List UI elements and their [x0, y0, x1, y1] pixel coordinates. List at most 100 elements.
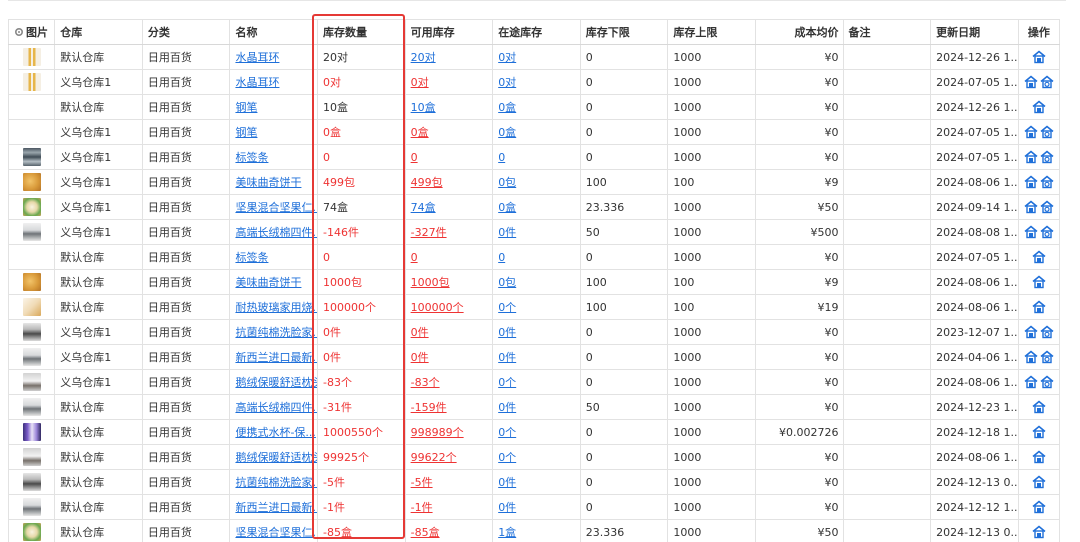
warehouse-house-icon[interactable] — [1032, 425, 1046, 439]
in-transit-link[interactable]: 0盒 — [498, 101, 516, 114]
product-thumbnail[interactable] — [22, 423, 41, 441]
stock-transfer-icon[interactable] — [1040, 175, 1054, 189]
available-stock-link[interactable]: 99622个 — [411, 451, 457, 464]
in-transit-link[interactable]: 0包 — [498, 176, 516, 189]
available-stock-link[interactable]: -5件 — [411, 476, 433, 489]
stock-transfer-icon[interactable] — [1040, 75, 1054, 89]
product-name-link[interactable]: 高端长绒棉四件... — [235, 226, 316, 239]
warehouse-house-icon[interactable] — [1024, 350, 1038, 364]
in-transit-link[interactable]: 0个 — [498, 426, 516, 439]
in-transit-link[interactable]: 0盒 — [498, 126, 516, 139]
col-category-header[interactable]: 分类 — [141, 19, 231, 45]
col-image-header[interactable]: 图片 — [7, 19, 56, 45]
product-name-link[interactable]: 钢笔 — [235, 126, 257, 139]
warehouse-house-icon[interactable] — [1032, 525, 1046, 539]
in-transit-link[interactable]: 0个 — [498, 301, 516, 314]
warehouse-house-icon[interactable] — [1024, 200, 1038, 214]
warehouse-house-icon[interactable] — [1032, 50, 1046, 64]
available-stock-link[interactable]: 0件 — [411, 351, 429, 364]
product-name-link[interactable]: 坚果混合坚果仁... — [235, 526, 316, 539]
warehouse-house-icon[interactable] — [1032, 275, 1046, 289]
col-name-header[interactable]: 名称 — [229, 19, 319, 45]
in-transit-link[interactable]: 0件 — [498, 351, 516, 364]
in-transit-link[interactable]: 0 — [498, 251, 505, 264]
product-thumbnail[interactable] — [22, 173, 41, 191]
product-name-link[interactable]: 钢笔 — [235, 101, 257, 114]
product-name-link[interactable]: 抗菌纯棉洗脸家... — [235, 476, 316, 489]
stock-transfer-icon[interactable] — [1040, 225, 1054, 239]
product-name-link[interactable]: 便携式水杯-保... — [235, 426, 315, 439]
product-name-link[interactable]: 鹅绒保暖舒适枕头 — [235, 451, 316, 464]
product-thumbnail[interactable] — [22, 448, 41, 466]
gear-icon[interactable] — [14, 27, 24, 37]
warehouse-house-icon[interactable] — [1032, 450, 1046, 464]
product-thumbnail[interactable] — [22, 148, 41, 166]
available-stock-link[interactable]: 100000个 — [411, 301, 464, 314]
available-stock-link[interactable]: 10盒 — [411, 101, 436, 114]
col-min-stock-header[interactable]: 库存下限 — [579, 19, 669, 45]
in-transit-link[interactable]: 0件 — [498, 501, 516, 514]
product-thumbnail[interactable] — [22, 223, 41, 241]
product-thumbnail[interactable] — [22, 198, 41, 216]
product-thumbnail[interactable] — [22, 73, 41, 91]
warehouse-house-icon[interactable] — [1032, 500, 1046, 514]
col-in-transit-header[interactable]: 在途库存 — [492, 19, 581, 45]
col-updated-header[interactable]: 更新日期 — [930, 19, 1019, 45]
col-available-header[interactable]: 可用库存 — [404, 19, 494, 45]
product-thumbnail[interactable] — [22, 273, 41, 291]
available-stock-link[interactable]: 20对 — [411, 51, 436, 64]
available-stock-link[interactable]: -327件 — [411, 226, 447, 239]
in-transit-link[interactable]: 0对 — [498, 51, 516, 64]
available-stock-link[interactable]: 1000包 — [411, 276, 450, 289]
warehouse-house-icon[interactable] — [1024, 175, 1038, 189]
in-transit-link[interactable]: 0个 — [498, 451, 516, 464]
in-transit-link[interactable]: 0件 — [498, 226, 516, 239]
available-stock-link[interactable]: -83个 — [411, 376, 440, 389]
product-name-link[interactable]: 新西兰进口最新... — [235, 351, 316, 364]
col-stock-qty-header[interactable]: 库存数量 — [317, 19, 406, 45]
product-thumbnail[interactable] — [22, 348, 41, 366]
in-transit-link[interactable]: 0个 — [498, 376, 516, 389]
warehouse-house-icon[interactable] — [1024, 75, 1038, 89]
col-remark-header[interactable]: 备注 — [842, 19, 932, 45]
in-transit-link[interactable]: 0件 — [498, 476, 516, 489]
stock-transfer-icon[interactable] — [1040, 350, 1054, 364]
available-stock-link[interactable]: 998989个 — [411, 426, 464, 439]
stock-transfer-icon[interactable] — [1040, 125, 1054, 139]
product-thumbnail[interactable] — [22, 523, 41, 541]
product-thumbnail[interactable] — [22, 48, 41, 66]
available-stock-link[interactable]: 74盒 — [411, 201, 436, 214]
product-name-link[interactable]: 鹅绒保暖舒适枕头 — [235, 376, 316, 389]
product-thumbnail[interactable] — [22, 323, 41, 341]
product-name-link[interactable]: 耐热玻璃家用烧... — [235, 301, 316, 314]
warehouse-house-icon[interactable] — [1024, 225, 1038, 239]
available-stock-link[interactable]: 0盒 — [411, 126, 429, 139]
available-stock-link[interactable]: 0 — [411, 151, 418, 164]
product-name-link[interactable]: 坚果混合坚果仁... — [235, 201, 316, 214]
product-name-link[interactable]: 标签条 — [235, 251, 268, 264]
warehouse-house-icon[interactable] — [1024, 150, 1038, 164]
in-transit-link[interactable]: 0盒 — [498, 201, 516, 214]
warehouse-house-icon[interactable] — [1024, 125, 1038, 139]
available-stock-link[interactable]: 499包 — [411, 176, 443, 189]
warehouse-house-icon[interactable] — [1032, 400, 1046, 414]
product-thumbnail[interactable] — [22, 373, 41, 391]
in-transit-link[interactable]: 0件 — [498, 401, 516, 414]
in-transit-link[interactable]: 0 — [498, 151, 505, 164]
stock-transfer-icon[interactable] — [1040, 325, 1054, 339]
product-name-link[interactable]: 水晶耳环 — [235, 76, 279, 89]
warehouse-house-icon[interactable] — [1024, 325, 1038, 339]
product-thumbnail[interactable] — [22, 398, 41, 416]
warehouse-house-icon[interactable] — [1032, 475, 1046, 489]
product-thumbnail[interactable] — [22, 473, 41, 491]
available-stock-link[interactable]: -1件 — [411, 501, 433, 514]
warehouse-house-icon[interactable] — [1032, 250, 1046, 264]
warehouse-house-icon[interactable] — [1032, 300, 1046, 314]
col-avg-cost-header[interactable]: 成本均价 — [754, 19, 844, 45]
product-name-link[interactable]: 高端长绒棉四件... — [235, 401, 316, 414]
available-stock-link[interactable]: 0对 — [411, 76, 429, 89]
available-stock-link[interactable]: -159件 — [411, 401, 447, 414]
warehouse-house-icon[interactable] — [1032, 100, 1046, 114]
in-transit-link[interactable]: 0对 — [498, 76, 516, 89]
available-stock-link[interactable]: 0件 — [411, 326, 429, 339]
